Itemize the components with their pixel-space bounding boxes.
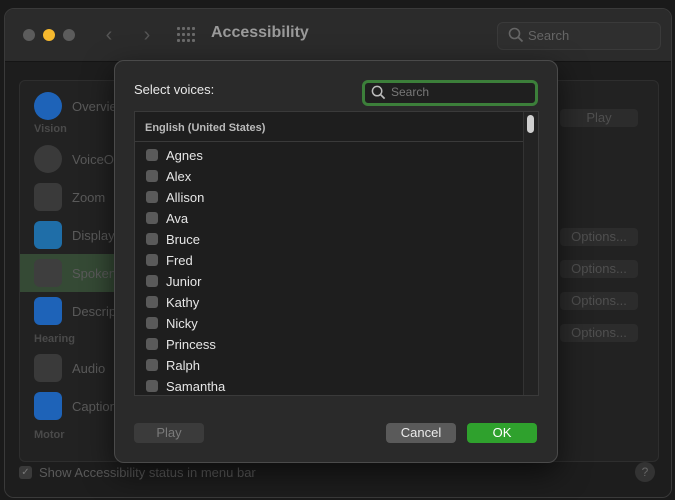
sidebar-item-display[interactable]: Display (20, 216, 120, 254)
voice-checkbox[interactable] (146, 254, 158, 266)
voice-checkbox[interactable] (146, 191, 158, 203)
minimize-window-button[interactable] (43, 29, 55, 41)
voice-row[interactable]: Nicky (135, 313, 523, 334)
section-hearing: Hearing (34, 333, 75, 345)
back-icon[interactable]: ‹ (99, 23, 119, 47)
descriptions-icon (34, 297, 62, 325)
sidebar-item-audio[interactable]: Audio (20, 349, 120, 387)
voice-name: Fred (166, 253, 193, 268)
voice-name: Junior (166, 274, 202, 289)
voice-group-header: English (United States) (135, 112, 523, 142)
voice-row[interactable]: Ava (135, 208, 523, 229)
voice-row[interactable]: Agnes (135, 145, 523, 166)
speech-bubble-icon (34, 259, 62, 287)
sidebar-item-spoken-content[interactable]: Spoken Content (20, 254, 165, 292)
section-motor: Motor (34, 429, 65, 441)
voice-checkbox[interactable] (146, 359, 158, 371)
voice-row[interactable]: Ralph (135, 355, 523, 376)
voice-checkbox[interactable] (146, 212, 158, 224)
search-placeholder: Search (391, 85, 430, 99)
voice-checkbox[interactable] (146, 149, 158, 161)
voice-row[interactable]: Samantha (135, 376, 523, 395)
sidebar: Overview Vision VoiceOver Zoom Display S… (19, 80, 165, 462)
voice-name: Ralph (166, 358, 200, 373)
sidebar-item-label: Audio (72, 361, 106, 376)
help-button[interactable]: ? (635, 462, 655, 482)
voice-row[interactable]: Allison (135, 187, 523, 208)
close-window-button[interactable] (23, 29, 35, 41)
voice-list: English (United States) Agnes Alex Allison… (134, 111, 539, 396)
dialog-title: Select voices: (134, 82, 215, 97)
group-header-label: English (United States) (145, 122, 266, 134)
search-icon (371, 85, 386, 105)
voice-checkbox[interactable] (146, 338, 158, 350)
sidebar-item-overview[interactable]: Overview (20, 87, 126, 125)
search-placeholder: Search (528, 28, 570, 43)
voice-checkbox[interactable] (146, 380, 158, 392)
voice-name: Princess (166, 337, 216, 352)
voice-row[interactable]: Princess (135, 334, 523, 355)
status-menu-label: Show Accessibility status in menu bar (39, 465, 256, 480)
sidebar-item-captions[interactable]: Captions (20, 387, 123, 425)
ok-button[interactable]: OK (467, 423, 537, 443)
voice-search-input[interactable]: Search (362, 80, 538, 106)
voice-row[interactable]: Fred (135, 250, 523, 271)
select-voices-dialog: Select voices: Search English (United St… (114, 60, 558, 463)
captions-icon (34, 392, 62, 420)
section-vision: Vision (34, 123, 67, 135)
accessibility-icon (34, 92, 62, 120)
forward-icon[interactable]: › (137, 23, 157, 47)
voice-name: Kathy (166, 295, 200, 310)
show-all-grid-icon[interactable] (177, 27, 195, 43)
voice-name: Bruce (166, 232, 200, 247)
scroll-thumb[interactable] (527, 115, 534, 133)
window-title: Accessibility (211, 24, 309, 41)
sidebar-item-zoom[interactable]: Zoom (20, 178, 120, 216)
play-sample-button[interactable]: Play (560, 109, 638, 127)
voice-row[interactable]: Bruce (135, 229, 523, 250)
voiceover-icon (34, 145, 62, 173)
voice-name: Ava (166, 211, 189, 226)
voice-name: Alex (166, 169, 192, 184)
speaker-icon (34, 354, 62, 382)
voice-name: Samantha (166, 379, 226, 394)
voice-checkbox[interactable] (146, 317, 158, 329)
voice-row[interactable]: Alex (135, 166, 523, 187)
voice-checkbox[interactable] (146, 275, 158, 287)
zoom-icon (34, 183, 62, 211)
search-icon (508, 27, 524, 48)
voice-row[interactable]: Junior (135, 271, 523, 292)
voice-checkbox[interactable] (146, 170, 158, 182)
voice-list-scrollbar[interactable] (523, 112, 538, 395)
display-icon (34, 221, 62, 249)
voice-row[interactable]: Kathy (135, 292, 523, 313)
sidebar-item-descriptions[interactable]: Descriptions (20, 292, 144, 330)
status-menu-checkbox[interactable]: ✓ (19, 466, 32, 479)
preferences-search-field[interactable]: Search (497, 22, 661, 50)
sidebar-item-label: Zoom (72, 190, 106, 205)
title-bar: ‹ › Accessibility Search (5, 9, 671, 62)
zoom-window-button[interactable] (63, 29, 75, 41)
sidebar-item-voiceover[interactable]: VoiceOver (20, 140, 132, 178)
voice-checkbox[interactable] (146, 296, 158, 308)
voice-name: Allison (166, 190, 205, 205)
options-button[interactable]: Options... (560, 228, 638, 246)
voice-name: Agnes (166, 148, 203, 163)
sidebar-item-label: Display (72, 228, 115, 243)
options-button[interactable]: Options... (560, 324, 638, 342)
voice-name: Nicky (166, 316, 198, 331)
spoken-content-pane: Play Options... Options... Options... Op… (545, 80, 659, 462)
voice-checkbox[interactable] (146, 233, 158, 245)
play-voice-button[interactable]: Play (134, 423, 204, 443)
options-button[interactable]: Options... (560, 260, 638, 278)
options-button[interactable]: Options... (560, 292, 638, 310)
cancel-button[interactable]: Cancel (386, 423, 456, 443)
